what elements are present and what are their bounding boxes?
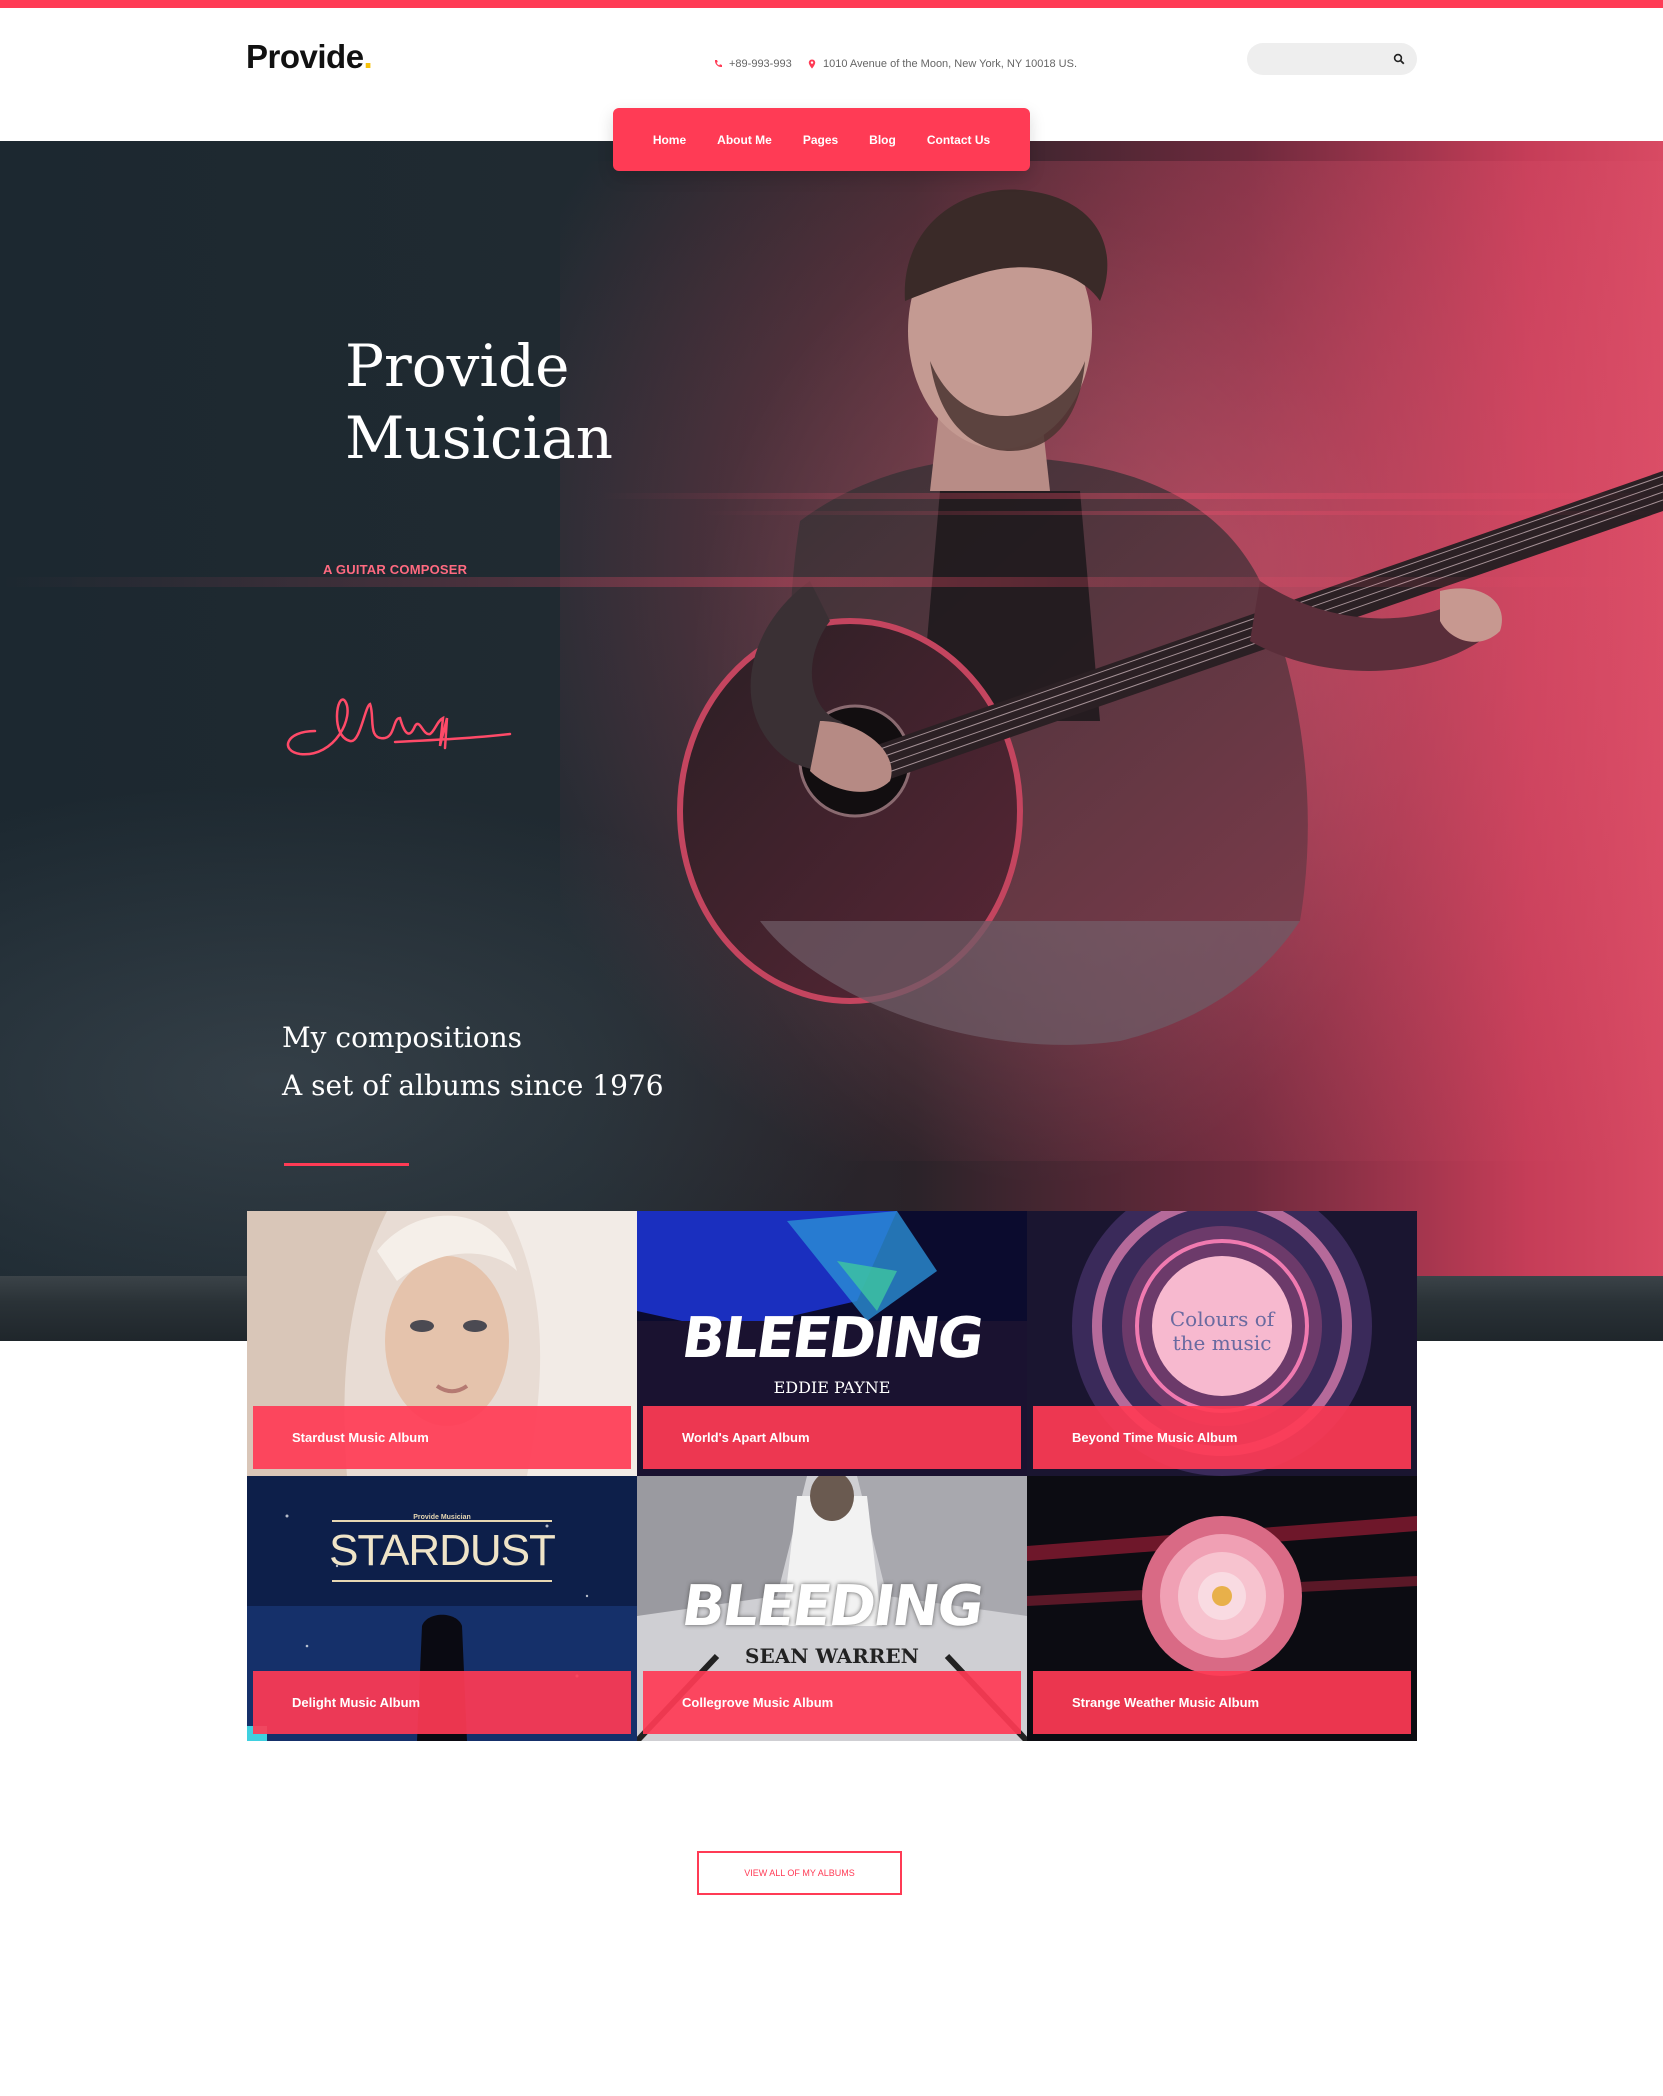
compositions-underline: [284, 1163, 409, 1166]
site-logo[interactable]: Provide.: [246, 38, 373, 76]
album-title: Stardust Music Album: [253, 1406, 631, 1469]
album-card-beyond-time[interactable]: Colours of the music Beyond Time Music A…: [1027, 1211, 1417, 1476]
nav-item-about-me[interactable]: About Me: [717, 133, 772, 147]
album-cover-title: Colours of: [1169, 1307, 1275, 1331]
nav-item-pages[interactable]: Pages: [803, 133, 838, 147]
main-nav: Home About Me Pages Blog Contact Us: [613, 108, 1030, 171]
logo-dot: .: [363, 38, 373, 75]
view-all-albums-button[interactable]: VIEW ALL OF MY ALBUMS: [697, 1851, 902, 1895]
hero-section: Provide Musician A GUITAR COMPOSER My co…: [0, 141, 1663, 1277]
phone-icon: [714, 60, 722, 68]
album-cover-artist: EDDIE PAYNE: [773, 1378, 891, 1397]
album-title: Strange Weather Music Album: [1033, 1671, 1411, 1734]
compositions-line-1: My compositions: [282, 1021, 523, 1054]
album-card-stardust[interactable]: Stardust Music Album: [247, 1211, 637, 1476]
album-title: Collegrove Music Album: [643, 1671, 1021, 1734]
album-card-worlds-apart[interactable]: BLEEDING EDDIE PAYNE World's Apart Album: [637, 1211, 1027, 1476]
page: Provide. +89-993-993 1010 Avenue of the …: [0, 0, 1663, 2096]
album-cover-kicker: Provide Musician: [413, 1514, 471, 1521]
hero-title: Provide Musician: [345, 330, 613, 474]
light-streak-3: [700, 511, 1663, 515]
top-accent-strip: [0, 0, 1663, 8]
albums-grid: Stardust Music Album BLEEDING EDDIE PAYN…: [247, 1211, 1417, 1741]
header-phone: +89-993-993: [713, 58, 792, 70]
search-icon[interactable]: [1393, 53, 1405, 65]
light-streak-2: [600, 493, 1663, 499]
album-cover-subtitle: the music: [1172, 1331, 1272, 1355]
nav-item-home[interactable]: Home: [653, 133, 686, 147]
light-streak-1: [0, 577, 1663, 587]
album-title: Beyond Time Music Album: [1033, 1406, 1411, 1469]
header-address: 1010 Avenue of the Moon, New York, NY 10…: [807, 58, 1077, 70]
album-cover-title: STARDUST: [329, 1526, 556, 1575]
album-cover-title: BLEEDING: [677, 1574, 987, 1639]
phone-number: +89-993-993: [729, 58, 792, 70]
address-text: 1010 Avenue of the Moon, New York, NY 10…: [823, 58, 1077, 70]
compositions-heading: My compositions A set of albums since 19…: [282, 1014, 664, 1110]
nav-item-contact-us[interactable]: Contact Us: [927, 133, 990, 147]
hero-title-line-1: Provide: [345, 332, 570, 400]
album-card-delight[interactable]: Provide Musician STARDUST Delight Music …: [247, 1476, 637, 1741]
album-cover-title: BLEEDING: [677, 1306, 987, 1371]
logo-text: Provide: [246, 38, 364, 75]
compositions-line-2: A set of albums since 1976: [282, 1069, 664, 1102]
map-pin-icon: [808, 59, 816, 69]
album-cover-artist: SEAN WARREN: [745, 1644, 919, 1668]
search-input[interactable]: [1247, 43, 1417, 75]
nav-item-blog[interactable]: Blog: [869, 133, 896, 147]
album-card-strange-weather[interactable]: Strange Weather Music Album: [1027, 1476, 1417, 1741]
hero-title-line-2: Musician: [345, 404, 614, 472]
album-card-collegrove[interactable]: BLEEDING SEAN WARREN Collegrove Music Al…: [637, 1476, 1027, 1741]
album-title: World's Apart Album: [643, 1406, 1021, 1469]
signature-image: [286, 698, 512, 756]
hero-subtitle: A GUITAR COMPOSER: [323, 562, 468, 577]
album-title: Delight Music Album: [253, 1671, 631, 1734]
musician-photo: [560, 161, 1663, 1161]
